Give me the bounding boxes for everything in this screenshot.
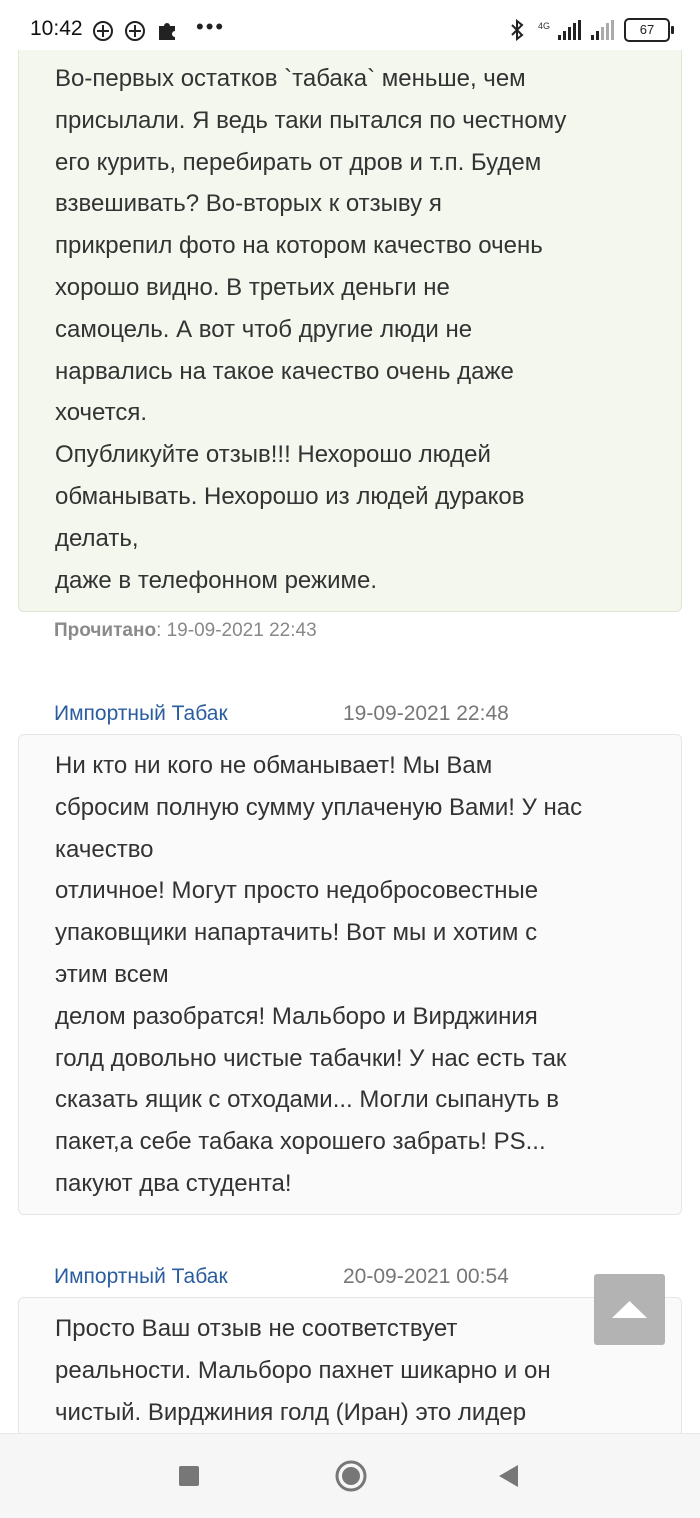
message-text-line: сказать ящик с отходами... Могли сыпанут… [55,1086,560,1114]
message-text-line: его курить, перебирать от дров и т.п. Бу… [55,148,542,176]
signal-icon [558,20,581,40]
home-button[interactable] [334,1459,368,1498]
system-icons: 4G 67 [506,18,674,42]
shop-reply-bubble: Ни кто ни кого не обманывает! Мы Вам сбр… [18,734,682,1215]
reply-date: 19-09-2021 22:48 [343,702,509,725]
message-text-line: реальности. Мальборо пахнет шикарно и он [55,1356,551,1384]
message-text-line: пакуют два студента! [55,1169,292,1197]
pinwheel-icon [124,20,146,42]
message-text-line: Ни кто ни кого не обманывает! Мы Вам [55,752,493,779]
back-button[interactable] [498,1464,520,1493]
message-text-line: присылали. Я ведь таки пытался по честно… [55,106,567,134]
battery-icon: 67 [624,18,674,42]
reply-author-link[interactable]: Импортный Табак [54,1265,228,1289]
message-text-line: голд довольно чистые табачки! У нас есть… [55,1044,567,1072]
network-type: 4G [537,21,550,31]
scroll-to-top-button[interactable] [594,1274,665,1345]
message-text-line: хорошо видно. В третьих деньги не [55,273,450,301]
message-text-line: чистый. Вирджиния голд (Иран) это лидер [55,1398,527,1426]
message-text-line: упаковщики напартачить! Вот мы и хотим с [55,919,538,947]
message-text-line: Просто Ваш отзыв не соответствует [55,1315,458,1342]
message-text-line: хочется. [55,399,147,427]
recent-apps-icon [179,1466,199,1486]
message-text-line: этим всем [55,960,169,988]
message-text-line: сбросим полную сумму уплаченую Вами! У н… [55,793,583,821]
shop-reply-bubble: Просто Ваш отзыв не соответствует реальн… [18,1297,682,1437]
signal-icon [591,20,614,40]
triangle-up-icon [612,1301,647,1318]
puzzle-icon [156,20,178,42]
more-dots-icon: ••• [196,14,226,39]
read-status: Прочитано: 19-09-2021 22:43 [54,620,317,642]
reply-date: 20-09-2021 00:54 [343,1265,509,1288]
message-text-line: делом разобратся! Мальборо и Вирджиния [55,1002,538,1030]
message-text-line: даже в телефонном режиме. [55,566,377,594]
home-icon [335,1460,367,1492]
message-text-line: Опубликуйте отзыв!!! Нехорошо людей [55,441,491,469]
message-text-line: самоцель. А вот чтоб другие люди не [55,315,473,343]
message-text-line: делать, [55,524,139,552]
recent-apps-button[interactable] [178,1465,200,1492]
pinwheel-icon [92,20,114,42]
read-label: Прочитано [54,620,157,641]
message-text-line: пакет,а себе табака хорошего забрать! PS… [55,1128,546,1156]
read-time: : 19-09-2021 22:43 [156,620,317,641]
message-text-line: нарвались на такое качество очень даже [55,357,514,385]
reply-author-link[interactable]: Импортный Табак [54,702,228,726]
message-text-line: отличное! Могут просто недобросовестные [55,877,539,905]
notification-icons [92,20,178,42]
user-message-bubble: Во-первых остатков `табака` меньше, чем … [18,50,682,612]
message-text-line: взвешивать? Во-вторых к отзыву я [55,190,442,218]
bluetooth-icon [506,18,528,42]
back-icon [499,1465,518,1487]
status-time: 10:42 [30,17,83,40]
message-text-line: обманывать. Нехорошо из людей дураков [55,482,525,510]
message-text-line: прикрепил фото на котором качество очень [55,232,543,260]
message-text-line: качество [55,835,154,863]
message-text-line: Во-первых остатков `табака` меньше, чем [55,65,526,92]
system-nav-bar [0,1433,700,1518]
